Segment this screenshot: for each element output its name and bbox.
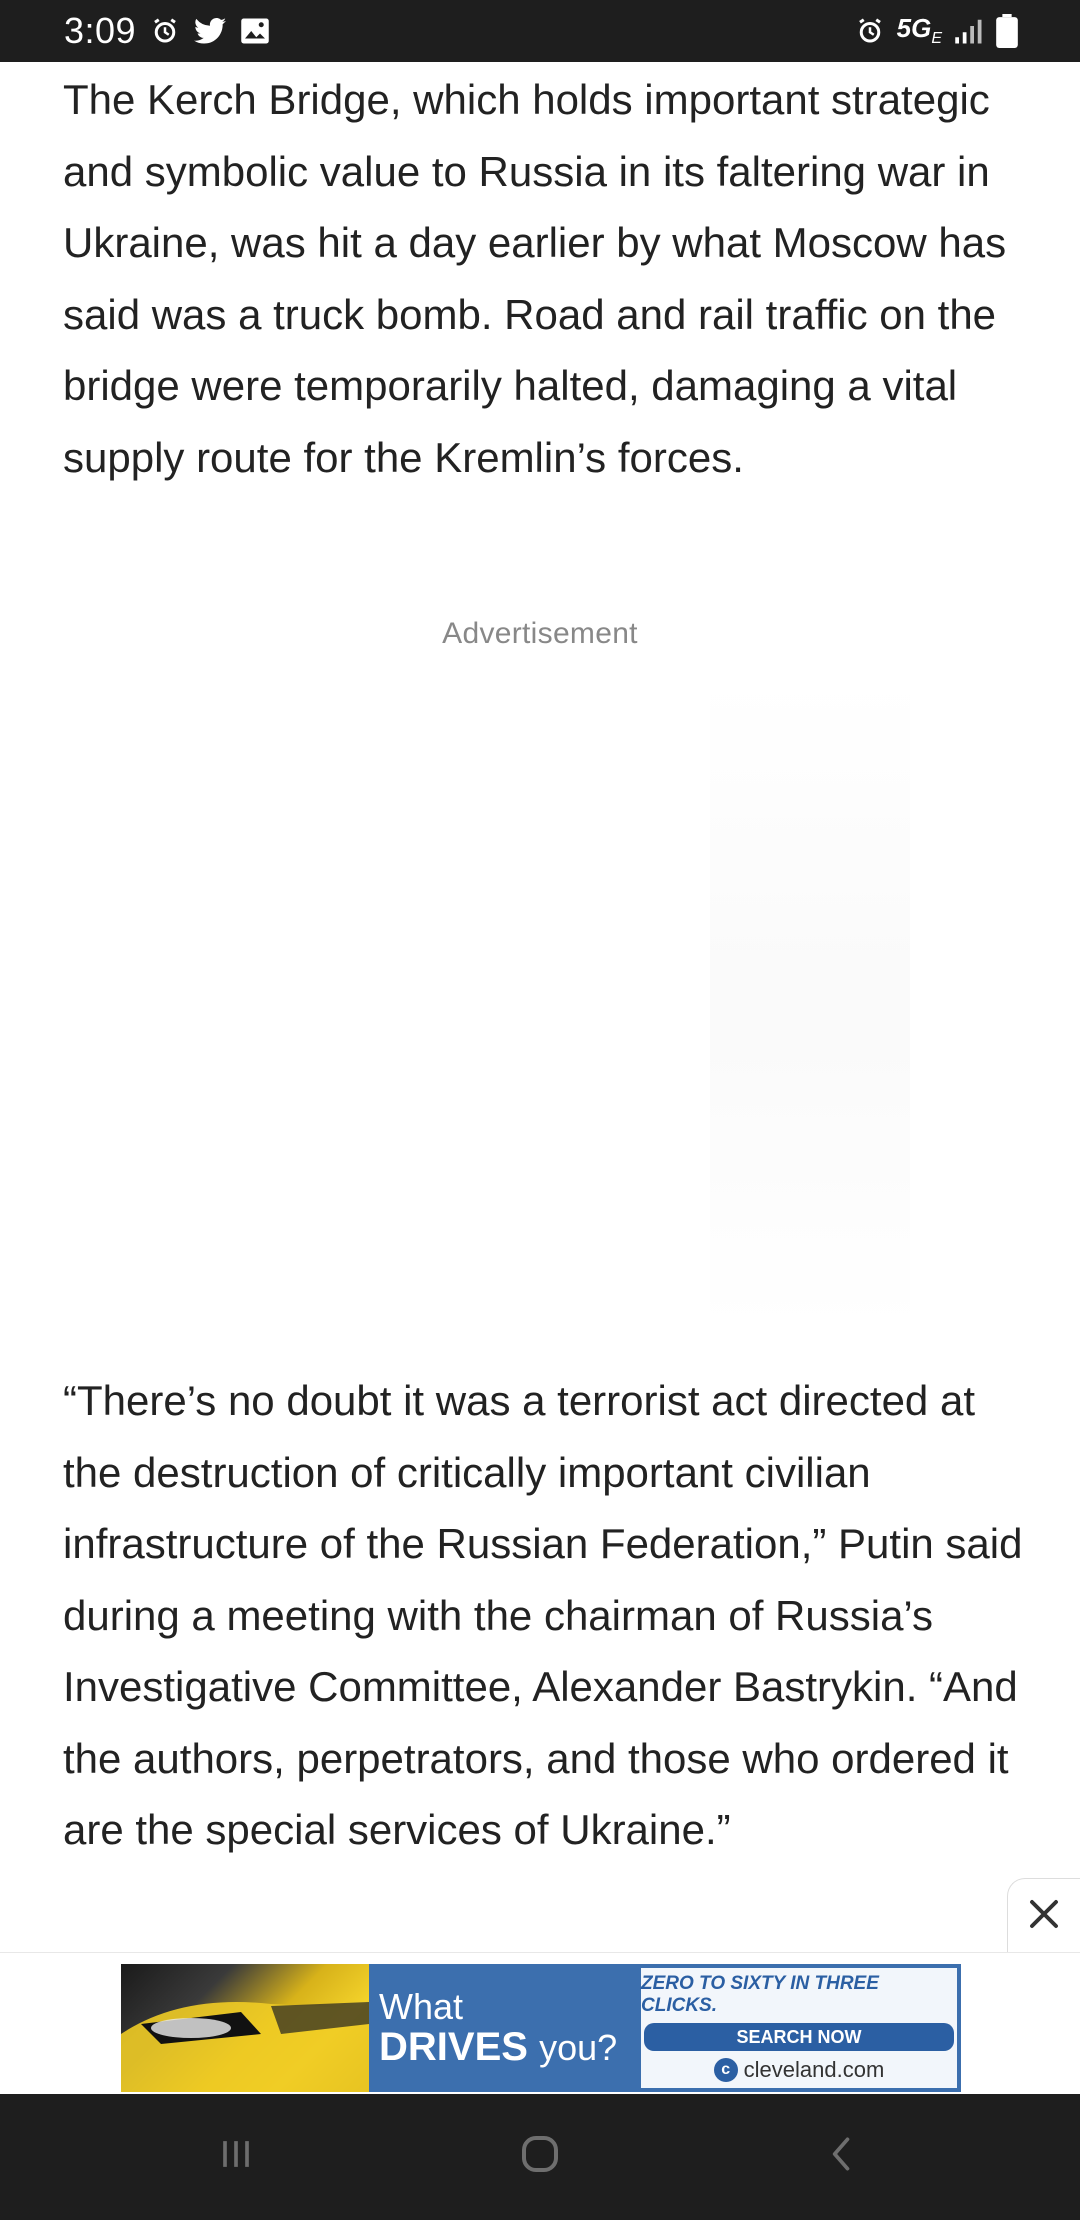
banner-tagline: ZERO TO SIXTY IN THREE CLICKS.: [641, 1973, 879, 2016]
twitter-icon: [194, 16, 227, 46]
back-button[interactable]: [812, 2126, 872, 2186]
banner-cta-panel: ZERO TO SIXTY IN THREE CLICKS. SEARCH NO…: [641, 1968, 957, 2088]
banner-what: What: [379, 1985, 464, 2027]
article-paragraph: The Kerch Bridge, which holds important …: [63, 76, 1007, 481]
banner-ad[interactable]: What DRIVES you? ZERO TO SIXTY IN THREE …: [121, 1964, 961, 2092]
navigation-bar: [0, 2094, 1080, 2220]
gallery-icon: [240, 17, 270, 45]
recent-apps-button[interactable]: [206, 2126, 266, 2186]
battery-icon: [996, 14, 1018, 48]
search-now-button[interactable]: SEARCH NOW: [644, 2023, 954, 2051]
car-image: [121, 1964, 369, 2092]
brand-name: cleveland.com: [743, 2057, 885, 2082]
back-icon: [820, 2132, 864, 2181]
network-type: 5GE: [897, 13, 942, 48]
banner-brand: c cleveland.com: [713, 2057, 885, 2083]
banner-drives-line: DRIVES you?: [379, 2026, 637, 2069]
status-bar: 3:09 5GE: [0, 0, 1080, 62]
status-time: 3:09: [64, 10, 137, 51]
status-left: 3:09: [64, 0, 270, 62]
advertisement-slot[interactable]: [0, 660, 1080, 1350]
home-icon: [516, 2130, 564, 2183]
alarm-icon: [855, 16, 885, 46]
close-ad-button[interactable]: [1007, 1878, 1080, 1953]
close-icon: [1026, 1896, 1062, 1937]
banner-drives: DRIVES: [379, 2024, 528, 2069]
network-sub: E: [931, 30, 942, 48]
advertisement-label: Advertisement: [442, 617, 638, 650]
signal-icon: [954, 17, 984, 45]
network-label: 5G: [896, 13, 932, 44]
ad-placeholder: [710, 680, 910, 1330]
recent-apps-icon: [214, 2132, 258, 2181]
home-button[interactable]: [510, 2126, 570, 2186]
article-paragraph: “There’s no doubt it was a terrorist act…: [63, 1377, 1023, 1853]
banner-headline: What DRIVES you?: [369, 1964, 637, 2092]
banner-you: you?: [539, 2026, 618, 2068]
alarm-icon: [150, 16, 180, 46]
cleveland-logo-icon: c: [713, 2058, 738, 2082]
status-right: 5GE: [855, 0, 1018, 62]
